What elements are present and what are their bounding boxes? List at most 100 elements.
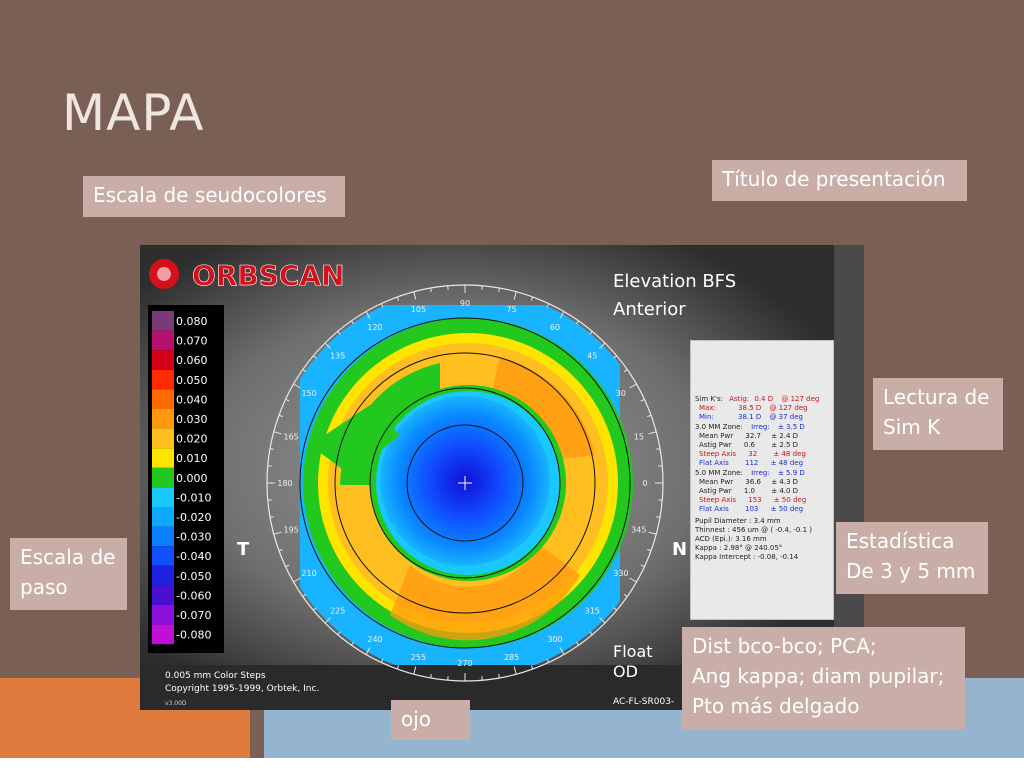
callout-dist-line3: Pto más delgado [692,694,860,718]
callout-escala-paso: Escala de paso [10,538,127,610]
angle-label: 75 [506,305,516,314]
scale-swatch [152,428,174,449]
map-title-line2: Anterior [613,299,686,320]
angle-label: 210 [301,569,316,578]
zone5-steep: 153 [748,496,762,504]
angle-label: 255 [411,653,426,662]
scale-swatch [152,565,174,586]
angle-label: 315 [585,606,600,615]
astig-label: Astig: [729,395,750,403]
zone5-steep-label: Steep Axis [699,496,736,504]
angle-tick [269,516,275,518]
scale-swatch [152,467,174,488]
scale-swatch [152,311,174,331]
angle-label: 135 [330,352,345,361]
angle-label: 345 [631,526,646,535]
angle-label: 90 [460,299,470,308]
callout-estadistica-line1: Estadística [846,529,955,553]
max-value: 38.5 D [738,404,762,412]
zone3-steep-label: Steep Axis [699,450,736,458]
angle-tick [269,448,275,450]
kappa-intercept: Kappa Intercept : -0.08, -0.14 [695,553,799,561]
pupil-diameter: Pupil Diameter : 3.4 mm [695,517,781,525]
copyright-text: Copyright 1995-1999, Orbtek, Inc. [165,684,319,694]
angle-label: 330 [613,569,628,578]
angle-label: 285 [504,653,519,662]
zone3-steep-pm: ± 48 deg [773,450,806,458]
zone3-irreg-label: Irreg: [751,423,770,431]
scale-value-label: -0.080 [176,629,211,642]
callout-lectura-line2: Sim K [883,415,941,439]
angle-label: 270 [457,659,472,668]
callout-titulo-presentacion: Título de presentación [712,160,967,201]
callout-ojo: ojo [391,700,470,740]
scale-value-label: -0.020 [176,511,211,524]
callout-dist-pca: Dist bco-bco; PCA; Ang kappa; diam pupil… [682,627,965,729]
zone3-flat: 112 [745,459,759,467]
scale-swatch [152,526,174,547]
angle-label: 240 [367,635,382,644]
zone5-irreg: ± 5.9 D [777,469,805,477]
scale-swatch [152,585,174,605]
angle-label: 15 [634,432,644,441]
scale-value-label: -0.010 [176,491,211,504]
angle-label: 180 [277,479,292,488]
scale-swatch [152,350,174,370]
zone5-label: 5.0 MM Zone: [695,469,743,477]
zone3-mean: 32.7 [745,432,761,440]
scale-swatch [152,448,174,468]
stats-panel: Sim K's: Astig: 0.4 D @ 127 deg Max: 38.… [690,340,834,620]
zone3-flat-pm: ± 48 deg [770,459,804,467]
scale-value-label: 0.020 [176,433,208,446]
min-value: 38.1 D [738,413,762,421]
angle-tick [430,287,432,293]
callout-escala-paso-line1: Escala de [20,545,116,569]
file-code: AC-FL-SR003- [613,697,674,707]
zone5-mean-label: Mean Pwr [699,478,734,486]
angle-label: 150 [301,389,316,398]
scale-swatch [152,546,174,566]
callout-lectura-sim-k: Lectura de Sim K [873,378,1003,450]
scale-swatch [152,487,174,507]
scale-value-label: 0.040 [176,393,208,406]
angle-tick [498,673,500,679]
min-axis: @ 37 deg [769,413,804,421]
temporal-label: T [237,539,250,560]
scale-swatch [152,507,174,527]
angle-label: 45 [587,352,597,361]
max-axis: @ 127 deg [769,404,808,412]
scale-swatch [152,330,174,351]
scale-value-label: -0.060 [176,589,211,602]
max-label: Max: [699,404,716,412]
scale-value-label: 0.030 [176,413,208,426]
zone3-mean-label: Mean Pwr [699,432,734,440]
zone5-flat-label: Flat Axis [699,505,729,513]
angle-label: 225 [330,606,345,615]
zone5-astig-label: Astig Pwr [699,487,732,495]
zone3-astig-pm: ± 2.5 D [771,441,799,449]
scale-value-label: 0.010 [176,452,208,465]
scale-value-label: 0.000 [176,472,208,485]
zone3-steep: 32 [748,450,758,458]
angle-label: 0 [642,479,647,488]
scale-swatch [152,605,174,625]
zone3-mean-pm: ± 2.4 D [771,432,799,440]
scale-value-label: 0.050 [176,374,208,387]
scale-value-label: 0.060 [176,354,208,367]
zone3-flat-label: Flat Axis [699,459,729,467]
angle-label: 300 [547,635,562,644]
min-label: Min: [699,413,714,421]
zone5-mean: 36.6 [745,478,761,486]
zone5-irreg-label: Irreg: [751,469,770,477]
thinnest-point: Thinnest : 456 um @ ( -0.4, -0.1 ) [695,526,813,534]
callout-dist-line2: Ang kappa; diam pupilar; [692,664,945,688]
orbscan-logo-text: ORBSCAN [192,259,345,292]
callout-escala-paso-line2: paso [20,575,68,599]
angle-label: 60 [550,323,560,332]
angle-tick [655,516,661,518]
bottom-white-strip [0,758,1024,768]
zone5-flat: 103 [745,505,759,513]
callout-lectura-line1: Lectura de [883,385,990,409]
zone5-flat-pm: ± 50 deg [770,505,804,513]
zone5-steep-pm: ± 50 deg [773,496,807,504]
